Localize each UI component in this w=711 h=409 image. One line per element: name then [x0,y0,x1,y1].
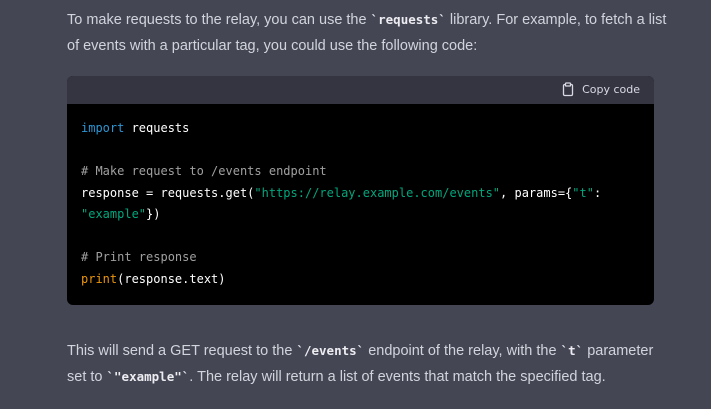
copy-code-label: Copy code [582,83,640,96]
code-block-header: Copy code [67,76,654,104]
code-builtin: print [81,271,118,286]
code-comment: # Make request to /events endpoint [81,164,327,178]
assistant-message-explanation: This will send a GET request to the `/ev… [67,338,667,390]
message-text: endpoint of the relay, with the [364,343,561,359]
code-text: (response.text) [117,271,226,286]
code-keyword: import [81,121,125,135]
code-text: requests [124,121,190,135]
code-string: "example" [81,207,147,221]
code-text: , params={ [500,185,573,200]
message-text: . The relay will return a list of events… [189,369,606,385]
inline-code-t: `t` [560,343,584,358]
code-line: "example"}) [81,204,640,226]
code-line: # Print response [81,247,640,269]
assistant-message-intro: To make requests to the relay, you can u… [67,7,667,59]
code-line: import requests [81,118,640,140]
code-block: Copy code import requests # Make request… [67,76,654,305]
code-line: response = requests.get("https://relay.e… [81,183,640,205]
code-line: print(response.text) [81,269,640,291]
code-text: }) [146,207,161,221]
code-string: "https://relay.example.com/events" [254,185,501,200]
code-text: : [593,185,602,200]
inline-code-example: `"example"` [106,369,190,384]
inline-code-events: `/events` [296,343,365,358]
code-line: # Make request to /events endpoint [81,161,640,183]
code-content: import requests # Make request to /event… [67,104,654,290]
code-text: response = requests.get( [81,185,255,200]
clipboard-icon [561,82,575,97]
message-text: To make requests to the relay, you can u… [67,12,371,28]
inline-code-requests: `requests` [370,12,446,27]
copy-code-button[interactable]: Copy code [561,82,640,97]
message-text: This will send a GET request to the [67,343,297,359]
code-string: "t" [572,185,594,200]
code-comment: # Print response [81,250,197,264]
